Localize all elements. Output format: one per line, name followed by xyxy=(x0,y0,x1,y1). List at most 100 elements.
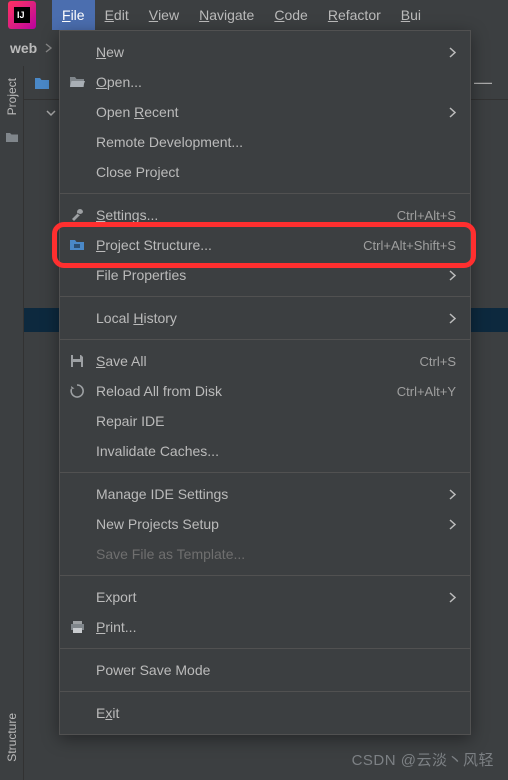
no-icon xyxy=(68,442,86,460)
chevron-right-icon xyxy=(449,270,456,281)
menu-item-label: Exit xyxy=(96,705,456,721)
menu-item-shortcut: Ctrl+Alt+Shift+S xyxy=(363,238,456,253)
menu-item-exit[interactable]: Exit xyxy=(60,698,470,728)
menu-item-label: Close Project xyxy=(96,164,456,180)
menu-item-edit[interactable]: Edit xyxy=(95,0,139,30)
no-icon xyxy=(68,103,86,121)
chevron-right-icon xyxy=(449,47,456,58)
no-icon xyxy=(68,309,86,327)
menu-item-close-project[interactable]: Close Project xyxy=(60,157,470,187)
no-icon xyxy=(68,133,86,151)
menu-item-label: Project Structure... xyxy=(96,237,363,253)
menu-item-view[interactable]: View xyxy=(139,0,189,30)
menu-item-settings[interactable]: Settings...Ctrl+Alt+S xyxy=(60,200,470,230)
svg-text:IJ: IJ xyxy=(17,10,25,20)
menu-item-label: File Properties xyxy=(96,267,441,283)
menu-item-label: Open Recent xyxy=(96,104,441,120)
chevron-right-icon xyxy=(449,107,456,118)
menu-item-reload-all-from-disk[interactable]: Reload All from DiskCtrl+Alt+Y xyxy=(60,376,470,406)
no-icon xyxy=(68,588,86,606)
folder-open-icon xyxy=(68,73,86,91)
no-icon xyxy=(68,266,86,284)
menu-item-file-properties[interactable]: File Properties xyxy=(60,260,470,290)
menu-item-navigate[interactable]: Navigate xyxy=(189,0,264,30)
menu-item-local-history[interactable]: Local History xyxy=(60,303,470,333)
menu-item-label: Remote Development... xyxy=(96,134,456,150)
menu-item-refactor[interactable]: Refactor xyxy=(318,0,391,30)
print-icon xyxy=(68,618,86,636)
no-icon xyxy=(68,163,86,181)
app-icon: IJ xyxy=(8,1,36,29)
no-icon xyxy=(68,515,86,533)
menu-item-new[interactable]: New xyxy=(60,37,470,67)
wrench-icon xyxy=(68,206,86,224)
menu-item-label: Save File as Template... xyxy=(96,546,456,562)
menu-separator xyxy=(60,691,470,692)
no-icon xyxy=(68,412,86,430)
menu-item-shortcut: Ctrl+Alt+S xyxy=(397,208,456,223)
menu-item-shortcut: Ctrl+Alt+Y xyxy=(397,384,456,399)
menu-item-label: Settings... xyxy=(96,207,397,223)
menu-item-save-file-as-template: Save File as Template... xyxy=(60,539,470,569)
menu-separator xyxy=(60,339,470,340)
chevron-right-icon xyxy=(449,592,456,603)
menu-item-label: Open... xyxy=(96,74,456,90)
project-structure-icon xyxy=(68,236,86,254)
menubar: IJ FileEditViewNavigateCodeRefactorBui xyxy=(0,0,508,30)
menu-item-save-all[interactable]: Save AllCtrl+S xyxy=(60,346,470,376)
menu-item-code[interactable]: Code xyxy=(264,0,317,30)
no-icon xyxy=(68,545,86,563)
menu-item-label: Manage IDE Settings xyxy=(96,486,441,502)
menu-item-export[interactable]: Export xyxy=(60,582,470,612)
watermark: CSDN @云淡丶风轻 xyxy=(352,749,494,770)
menu-item-shortcut: Ctrl+S xyxy=(420,354,456,369)
no-icon xyxy=(68,485,86,503)
menu-separator xyxy=(60,575,470,576)
menu-item-label: Export xyxy=(96,589,441,605)
menu-item-label: Print... xyxy=(96,619,456,635)
menu-item-remote-development[interactable]: Remote Development... xyxy=(60,127,470,157)
menu-item-repair-ide[interactable]: Repair IDE xyxy=(60,406,470,436)
menu-item-open[interactable]: Open... xyxy=(60,67,470,97)
chevron-right-icon xyxy=(45,43,53,53)
menu-item-open-recent[interactable]: Open Recent xyxy=(60,97,470,127)
save-icon xyxy=(68,352,86,370)
collapse-button[interactable]: — xyxy=(468,72,498,93)
sidebar-item-project[interactable]: Project xyxy=(2,66,22,127)
menu-item-file[interactable]: File xyxy=(52,0,95,30)
menu-item-power-save-mode[interactable]: Power Save Mode xyxy=(60,655,470,685)
menu-item-label: New Projects Setup xyxy=(96,516,441,532)
menu-item-bui[interactable]: Bui xyxy=(391,0,431,30)
menu-item-project-structure[interactable]: Project Structure...Ctrl+Alt+Shift+S xyxy=(60,230,470,260)
chevron-down-icon xyxy=(46,108,56,118)
sidebar-item-label: Project xyxy=(5,78,19,115)
no-icon xyxy=(68,43,86,61)
menu-item-label: Reload All from Disk xyxy=(96,383,397,399)
chevron-right-icon xyxy=(449,313,456,324)
menu-item-invalidate-caches[interactable]: Invalidate Caches... xyxy=(60,436,470,466)
sidebar-item-label: Structure xyxy=(5,713,19,762)
project-folder-icon xyxy=(34,76,50,90)
file-menu-dropdown: New Open... Open Recent Remote Development.… xyxy=(59,30,471,735)
menu-item-print[interactable]: Print... xyxy=(60,612,470,642)
reload-icon xyxy=(68,382,86,400)
menu-item-label: Save All xyxy=(96,353,420,369)
menu-item-manage-ide-settings[interactable]: Manage IDE Settings xyxy=(60,479,470,509)
menu-item-label: Power Save Mode xyxy=(96,662,456,678)
menu-item-label: Repair IDE xyxy=(96,413,456,429)
menu-separator xyxy=(60,193,470,194)
sidebar: Project Structure xyxy=(0,66,24,780)
no-icon xyxy=(68,661,86,679)
sidebar-item-structure[interactable]: Structure xyxy=(2,701,22,774)
menu-separator xyxy=(60,648,470,649)
folder-icon xyxy=(5,131,19,143)
menu-separator xyxy=(60,472,470,473)
menu-item-new-projects-setup[interactable]: New Projects Setup xyxy=(60,509,470,539)
menu-item-label: New xyxy=(96,44,441,60)
breadcrumb-root[interactable]: web xyxy=(10,40,37,56)
chevron-right-icon xyxy=(449,489,456,500)
no-icon xyxy=(68,704,86,722)
menu-item-label: Invalidate Caches... xyxy=(96,443,456,459)
menu-separator xyxy=(60,296,470,297)
menu-item-label: Local History xyxy=(96,310,441,326)
